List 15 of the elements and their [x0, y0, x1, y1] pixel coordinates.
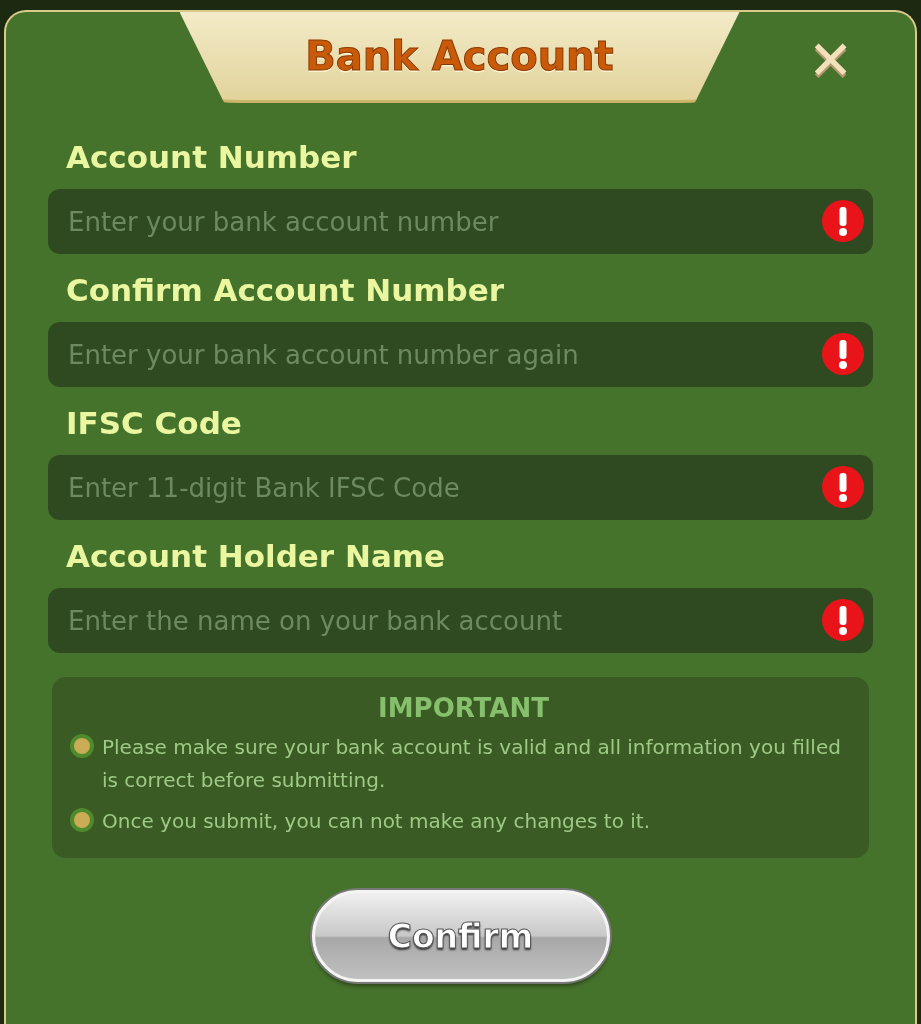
input-field[interactable]: Enter your bank account number again: [48, 322, 873, 387]
notice-text: Please make sure your bank account is valid and all information you filled is correct before submitting.: [102, 734, 842, 794]
bullet-icon: [70, 808, 94, 832]
close-button[interactable]: ✕: [799, 30, 862, 92]
input-field[interactable]: Enter 11-digit Bank IFSC Code: [48, 455, 873, 520]
notice-text: Once you submit, you can not make any changes to it.: [102, 808, 651, 835]
field-label: IFSC Code: [66, 404, 243, 443]
bullet-icon: [70, 734, 94, 758]
input-field[interactable]: Enter your bank account number: [48, 189, 873, 254]
field-label: Account Holder Name: [66, 537, 447, 576]
field-label: Confirm Account Number: [66, 271, 506, 310]
input-field[interactable]: Enter the name on your bank account: [48, 588, 873, 653]
dialog-title: Bank Account: [305, 33, 614, 79]
notice-title: IMPORTANT: [378, 693, 549, 723]
field-label: Account Number: [66, 138, 358, 177]
